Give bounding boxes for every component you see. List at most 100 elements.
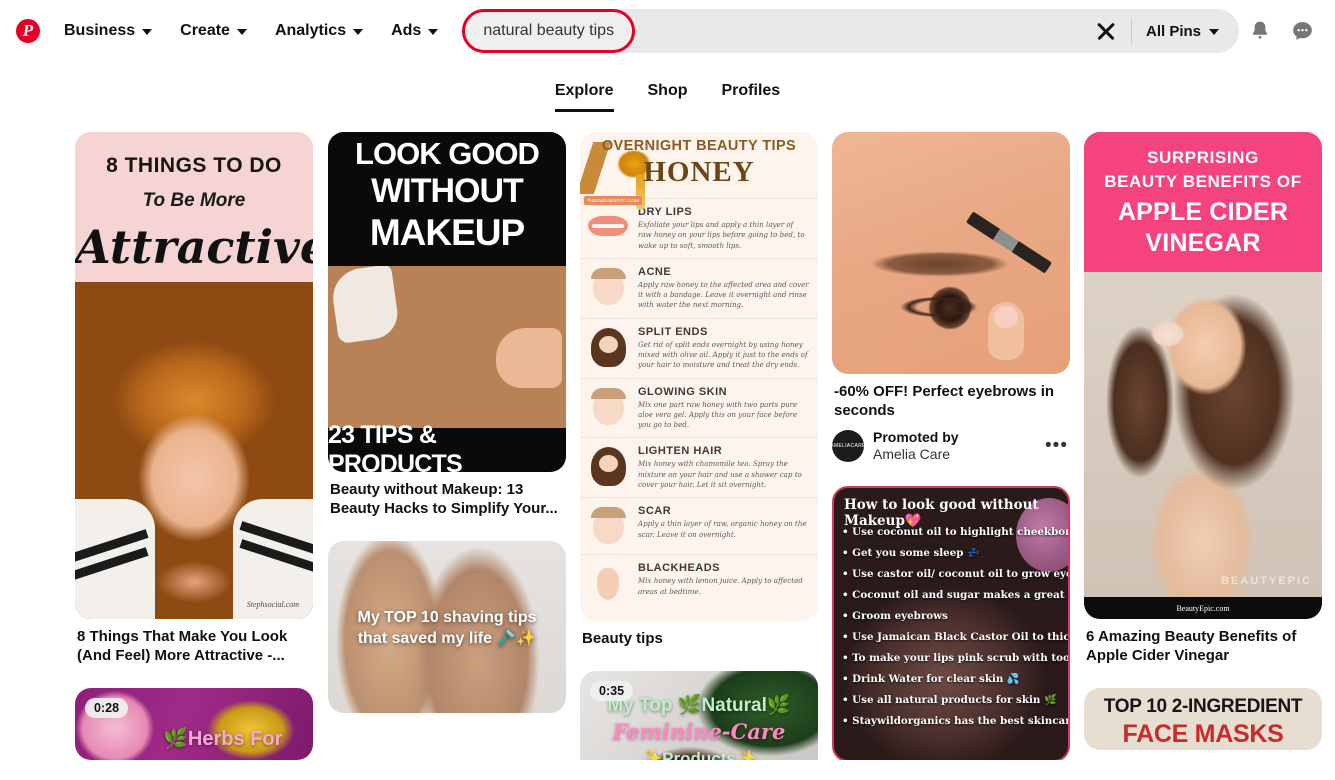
nose-icon bbox=[586, 562, 630, 604]
shaving-line-1: My TOP 10 shaving tips bbox=[328, 607, 566, 628]
honey-section-body: Apply a thin layer of raw, organic honey… bbox=[638, 519, 809, 540]
list-item: • Use Jamaican Black Castor Oil to thick… bbox=[842, 631, 1062, 644]
shoulder-left bbox=[75, 499, 155, 619]
feminine-line-2: Feminine-Care bbox=[580, 719, 818, 744]
tab-explore[interactable]: Explore bbox=[555, 82, 614, 112]
list-item: • Get you some sleep 💤 bbox=[842, 547, 1062, 560]
list-item: • Use castor oil/ coconut oil to grow ey… bbox=[842, 568, 1062, 581]
pinterest-logo-icon[interactable]: P bbox=[16, 19, 40, 43]
lookgood-line-2: WITHOUT bbox=[328, 172, 566, 211]
facemasks-line-1: TOP 10 2-INGREDIENT bbox=[1084, 696, 1322, 718]
top-header: P Business Create Analytics Ads natural … bbox=[0, 0, 1335, 62]
nav-label-create: Create bbox=[180, 22, 230, 40]
nav-item-create[interactable]: Create bbox=[166, 14, 261, 48]
pin-image-eyebrows[interactable] bbox=[832, 132, 1070, 374]
pin-card-eyebrows[interactable]: -60% OFF! Perfect eyebrows in seconds AM… bbox=[832, 132, 1070, 464]
list-item: • Use all natural products for skin 🌿 bbox=[842, 694, 1062, 707]
promoted-text: Promoted by Amelia Care bbox=[873, 429, 1034, 464]
bell-icon bbox=[1248, 19, 1272, 43]
nav-label-analytics: Analytics bbox=[275, 22, 346, 40]
advertiser-name[interactable]: Amelia Care bbox=[873, 446, 1034, 464]
chat-icon bbox=[1290, 19, 1315, 44]
search-input[interactable]: natural beauty tips bbox=[462, 9, 635, 53]
pin-card-feminine[interactable]: 0:35 My Top 🌿Natural🌿 Feminine-Care ✨Pro… bbox=[580, 671, 818, 760]
grid-column-4: -60% OFF! Perfect eyebrows in seconds AM… bbox=[832, 132, 1070, 760]
acv-watermark: BEAUTYEPIC bbox=[1221, 575, 1312, 587]
honey-source-tag: THEINDIANSPOT.COM bbox=[584, 196, 642, 205]
list-item: • To make your lips pink scrub with toot… bbox=[842, 652, 1062, 665]
attractive-watermark: Stephsocial.com bbox=[247, 600, 299, 609]
close-icon[interactable] bbox=[1095, 20, 1117, 42]
acv-line-4: VINEGAR bbox=[1084, 229, 1322, 258]
grid-column-1: 8 THINGS TO DO To Be More Attractive Ste… bbox=[75, 132, 313, 760]
pin-image-attractive[interactable]: 8 THINGS TO DO To Be More Attractive Ste… bbox=[75, 132, 313, 619]
attractive-line-2: To Be More bbox=[75, 190, 313, 212]
honey-section-title: ACNE bbox=[638, 266, 809, 278]
pin-caption-honey: Beauty tips bbox=[580, 630, 818, 649]
acv-line-3: APPLE CIDER bbox=[1084, 198, 1322, 227]
pin-card-lookgood[interactable]: LOOK GOOD WITHOUT MAKEUP 23 TIPS & PRODU… bbox=[328, 132, 566, 519]
acv-title-bar: SURPRISING BEAUTY BENEFITS OF APPLE CIDE… bbox=[1084, 132, 1322, 272]
pin-card-herbs[interactable]: 0:28 🌿Herbs For bbox=[75, 688, 313, 760]
messages-button[interactable] bbox=[1281, 10, 1323, 52]
honey-section: ACNE Apply raw honey to the affected are… bbox=[580, 258, 818, 318]
pin-image-feminine[interactable]: 0:35 My Top 🌿Natural🌿 Feminine-Care ✨Pro… bbox=[580, 671, 818, 760]
grid-column-3: OVERNIGHT BEAUTY TIPS HONEY THEINDIANSPO… bbox=[580, 132, 818, 760]
acv-line-2: BEAUTY BENEFITS OF bbox=[1084, 172, 1322, 192]
acv-footer-text: BeautyEpic.com bbox=[1176, 604, 1229, 613]
chevron-down-icon bbox=[1209, 29, 1219, 35]
promoted-label: Promoted by bbox=[873, 429, 1034, 447]
honey-header-small: OVERNIGHT BEAUTY TIPS bbox=[580, 138, 818, 154]
nav-item-ads[interactable]: Ads bbox=[377, 14, 452, 48]
honey-header-big: HONEY bbox=[580, 156, 818, 189]
pin-card-acv[interactable]: SURPRISING BEAUTY BENEFITS OF APPLE CIDE… bbox=[1084, 132, 1322, 666]
lookgood-line-1: LOOK GOOD bbox=[328, 136, 566, 172]
honey-section-body: Mix one part raw honey with two parts pu… bbox=[638, 400, 809, 431]
divider bbox=[1131, 18, 1132, 44]
pin-card-nomakeup-list[interactable]: How to look good without Makeup💖 • Use c… bbox=[832, 486, 1070, 761]
video-duration-badge: 0:35 bbox=[590, 681, 633, 701]
attractive-line-1: 8 THINGS TO DO bbox=[75, 154, 313, 178]
brow-pencil-shape bbox=[966, 211, 1052, 273]
honey-section-body: Mix honey with lemon juice. Apply to aff… bbox=[638, 576, 809, 597]
notifications-button[interactable] bbox=[1239, 10, 1281, 52]
honey-section: SPLIT ENDS Get rid of split ends overnig… bbox=[580, 318, 818, 378]
pin-image-honey[interactable]: OVERNIGHT BEAUTY TIPS HONEY THEINDIANSPO… bbox=[580, 132, 818, 621]
pin-grid: 8 THINGS TO DO To Be More Attractive Ste… bbox=[0, 132, 1335, 760]
search-bar[interactable]: natural beauty tips All Pins bbox=[462, 9, 1239, 53]
honey-section-title: BLACKHEADS bbox=[638, 562, 809, 574]
chevron-down-icon bbox=[237, 29, 247, 35]
pin-image-shaving[interactable]: My TOP 10 shaving tips that saved my lif… bbox=[328, 541, 566, 713]
tab-shop[interactable]: Shop bbox=[648, 82, 688, 109]
pin-card-shaving[interactable]: My TOP 10 shaving tips that saved my lif… bbox=[328, 541, 566, 713]
pin-caption-attractive: 8 Things That Make You Look (And Feel) M… bbox=[75, 628, 313, 666]
honey-section-title: GLOWING SKIN bbox=[638, 386, 809, 398]
pin-card-facemasks[interactable]: TOP 10 2-INGREDIENT FACE MASKS bbox=[1084, 688, 1322, 750]
long-hair-icon bbox=[586, 445, 630, 487]
avatar[interactable]: AMELIACARE bbox=[832, 430, 864, 462]
long-hair-icon bbox=[586, 326, 630, 368]
pin-card-attractive[interactable]: 8 THINGS TO DO To Be More Attractive Ste… bbox=[75, 132, 313, 666]
pin-image-herbs[interactable]: 0:28 🌿Herbs For bbox=[75, 688, 313, 760]
pin-image-facemasks[interactable]: TOP 10 2-INGREDIENT FACE MASKS bbox=[1084, 688, 1322, 750]
herbs-overlay-text: 🌿Herbs For bbox=[163, 726, 282, 751]
tab-profiles[interactable]: Profiles bbox=[722, 82, 781, 109]
result-tabs: Explore Shop Profiles bbox=[0, 82, 1335, 126]
more-options-icon[interactable]: ••• bbox=[1043, 435, 1070, 457]
attractive-line-3: Attractive bbox=[75, 220, 313, 274]
nav-item-analytics[interactable]: Analytics bbox=[261, 14, 377, 48]
honey-section: LIGHTEN HAIR Mix honey with chamomile te… bbox=[580, 437, 818, 497]
video-duration-badge: 0:28 bbox=[85, 698, 128, 718]
pin-card-honey[interactable]: OVERNIGHT BEAUTY TIPS HONEY THEINDIANSPO… bbox=[580, 132, 818, 649]
honey-section: DRY LIPS Exfoliate your lips and apply a… bbox=[580, 198, 818, 258]
list-item: • Coconut oil and sugar makes a great li… bbox=[842, 589, 1062, 602]
all-pins-label: All Pins bbox=[1146, 23, 1201, 40]
pin-image-lookgood[interactable]: LOOK GOOD WITHOUT MAKEUP 23 TIPS & PRODU… bbox=[328, 132, 566, 472]
all-pins-filter[interactable]: All Pins bbox=[1146, 23, 1219, 40]
nav-item-business[interactable]: Business bbox=[50, 14, 166, 48]
pin-image-acv[interactable]: SURPRISING BEAUTY BENEFITS OF APPLE CIDE… bbox=[1084, 132, 1322, 619]
honey-section-title: LIGHTEN HAIR bbox=[638, 445, 809, 457]
pin-image-nomakeup-list[interactable]: How to look good without Makeup💖 • Use c… bbox=[832, 486, 1070, 761]
facemasks-line-2: FACE MASKS bbox=[1084, 720, 1322, 749]
honey-section-title: DRY LIPS bbox=[638, 206, 809, 218]
